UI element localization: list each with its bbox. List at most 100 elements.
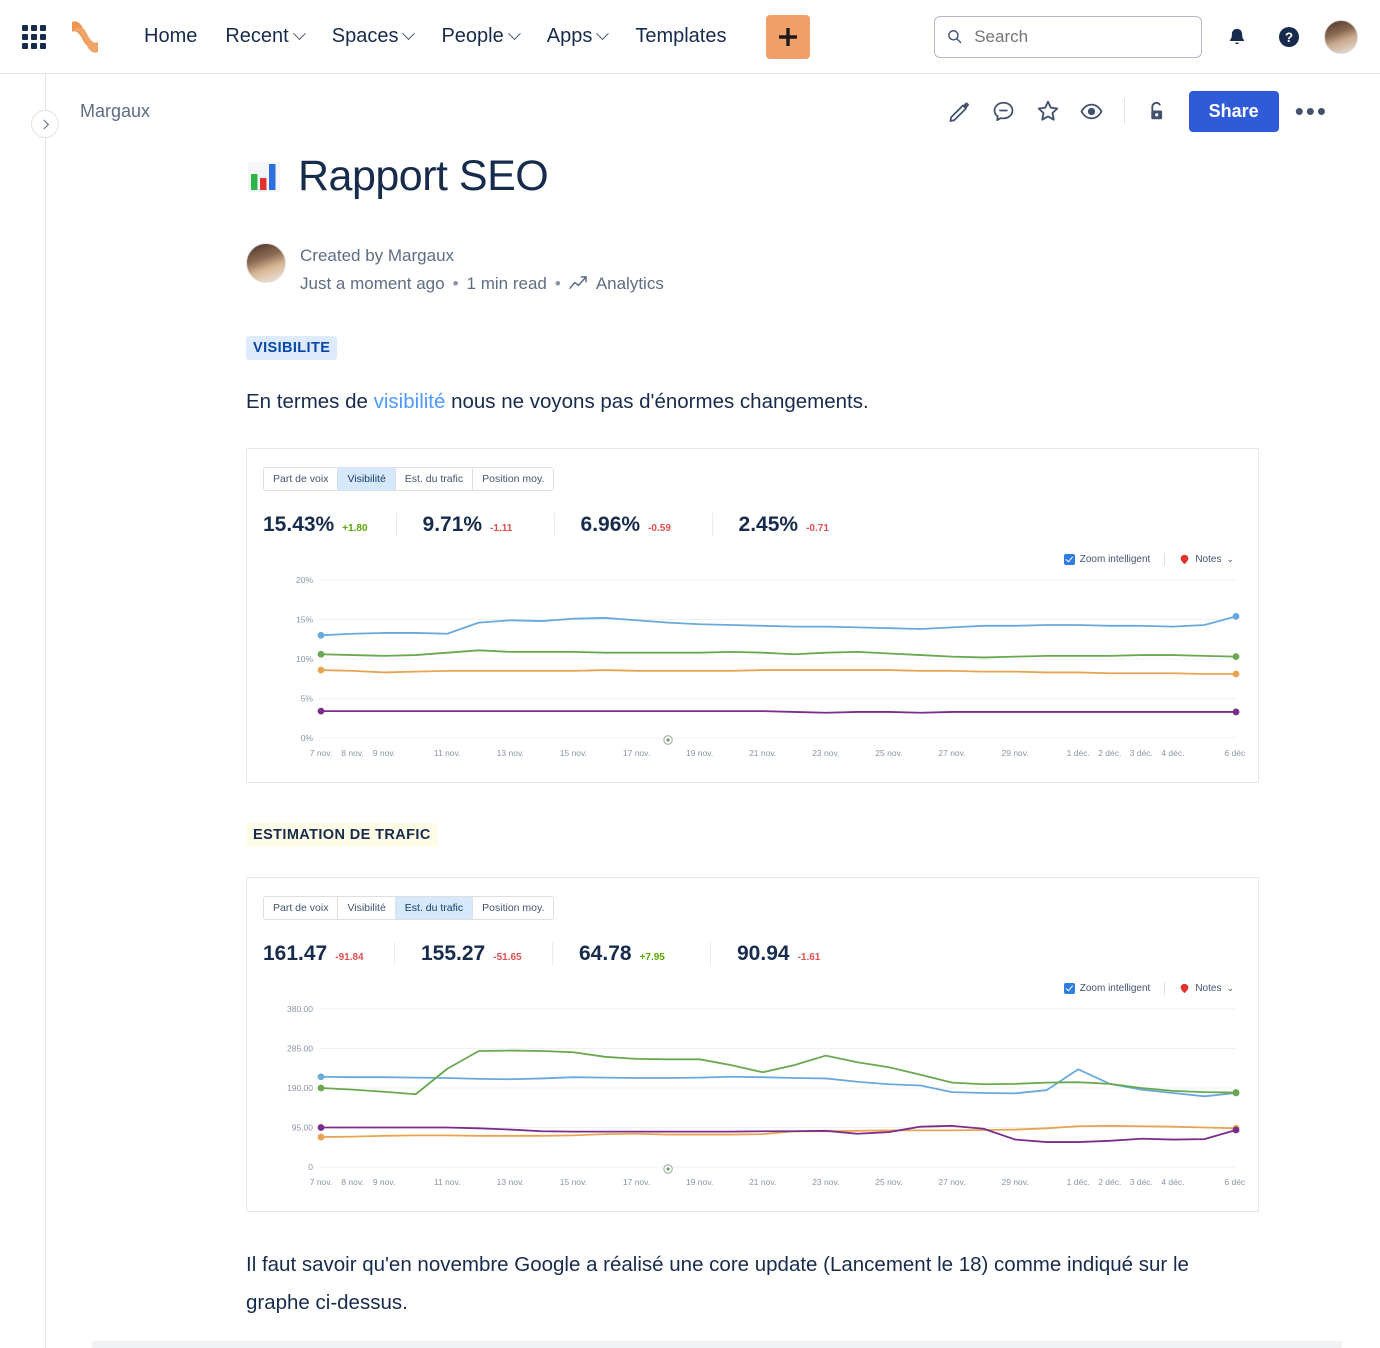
metric-item: 161.47 -91.84 xyxy=(263,941,395,966)
svg-text:3 déc.: 3 déc. xyxy=(1130,1177,1153,1187)
svg-text:0%: 0% xyxy=(301,733,314,743)
notes-dropdown[interactable]: Notes ⌄ xyxy=(1179,983,1234,994)
star-icon[interactable] xyxy=(1028,91,1068,131)
watch-icon[interactable] xyxy=(1072,91,1112,131)
chart2-plot[interactable]: 0 95.00 190.00 285.00 380.00 7 nov. 8 nov. 9 no… xyxy=(247,995,1258,1199)
svg-text:4 déc.: 4 déc. xyxy=(1161,1177,1184,1187)
nav-item-apps[interactable]: Apps xyxy=(533,17,622,56)
help-icon[interactable]: ? xyxy=(1272,20,1306,54)
svg-text:13 nov.: 13 nov. xyxy=(497,1177,524,1187)
create-button[interactable] xyxy=(766,14,811,59)
tab-part-de-voix[interactable]: Part de voix xyxy=(264,467,339,490)
tab-est-du-trafic[interactable]: Est. du trafic xyxy=(395,896,474,919)
search-box[interactable] xyxy=(934,15,1202,58)
visibilite-link[interactable]: visibilité xyxy=(374,390,446,413)
svg-text:0: 0 xyxy=(308,1162,313,1172)
chevron-down-icon xyxy=(292,27,306,41)
zoom-intelligent-toggle[interactable]: Zoom intelligent xyxy=(1063,553,1150,565)
svg-text:21 nov.: 21 nov. xyxy=(749,1177,776,1187)
byline-text: Created by Margaux Just a moment ago • 1… xyxy=(300,243,664,296)
app-switcher-icon[interactable] xyxy=(20,23,48,51)
analytics-link[interactable]: Analytics xyxy=(569,271,664,297)
tab-position-moy[interactable]: Position moy. xyxy=(473,896,554,919)
byline-separator: • xyxy=(554,273,561,293)
tab-position-moy[interactable]: Position moy. xyxy=(473,467,554,490)
comment-icon[interactable] xyxy=(984,91,1024,131)
page-title-text: Rapport SEO xyxy=(298,152,549,200)
svg-text:17 nov.: 17 nov. xyxy=(623,748,650,758)
confluence-logo-icon[interactable] xyxy=(62,17,108,57)
svg-text:17 nov.: 17 nov. xyxy=(623,1177,650,1187)
chevron-right-icon xyxy=(38,119,49,129)
metric-delta: -1.11 xyxy=(490,522,513,534)
byline-separator: • xyxy=(452,273,459,293)
byline-created-by: Created by Margaux xyxy=(300,246,455,265)
nav-item-templates[interactable]: Templates xyxy=(621,17,740,56)
checkbox-checked-icon[interactable] xyxy=(1063,982,1075,994)
user-avatar[interactable] xyxy=(1324,19,1358,54)
svg-text:4 déc.: 4 déc. xyxy=(1161,748,1184,758)
chevron-down-icon xyxy=(596,27,610,41)
search-input[interactable] xyxy=(972,25,1189,48)
metric-delta: +7.95 xyxy=(639,951,665,963)
nav-item-people[interactable]: People xyxy=(427,17,532,56)
zoom-intelligent-toggle[interactable]: Zoom intelligent xyxy=(1063,982,1150,994)
metric-item: 9.71% -1.11 xyxy=(422,512,555,537)
action-divider xyxy=(1123,98,1125,124)
notifications-bell-icon[interactable] xyxy=(1220,20,1254,54)
more-actions-button[interactable]: ••• xyxy=(1283,98,1340,124)
metric-value: 9.71% xyxy=(422,512,483,536)
nav-item-home[interactable]: Home xyxy=(130,17,211,56)
metric-delta: -0.71 xyxy=(806,522,829,534)
metric-value: 15.43% xyxy=(263,512,335,536)
tab-visibilite[interactable]: Visibilité xyxy=(338,467,396,490)
share-button[interactable]: Share xyxy=(1188,90,1279,132)
svg-text:27 nov.: 27 nov. xyxy=(938,748,965,758)
chart1-plot[interactable]: 0% 5% 10% 15% 20% 7 nov. 8 nov. 9 nov. 11 nov. 13… xyxy=(247,566,1258,770)
byline-meta-row: Just a moment ago • 1 min read • Analyti… xyxy=(300,271,664,297)
svg-text:8 nov.: 8 nov. xyxy=(341,748,364,758)
section-visibilite-badge-row: VISIBILITE xyxy=(246,336,1340,360)
nav-item-recent[interactable]: Recent xyxy=(211,17,317,56)
restrictions-icon[interactable] xyxy=(1137,91,1177,131)
svg-text:9 nov.: 9 nov. xyxy=(373,1177,396,1187)
svg-text:2 déc.: 2 déc. xyxy=(1098,748,1121,758)
chart2-tabs: Part de voix Visibilité Est. du trafic P… xyxy=(263,895,555,920)
nav-item-label: Home xyxy=(144,25,198,47)
svg-text:25 nov.: 25 nov. xyxy=(875,1177,902,1187)
svg-text:23 nov.: 23 nov. xyxy=(812,748,839,758)
svg-text:29 nov.: 29 nov. xyxy=(1002,1177,1029,1187)
svg-text:3 déc.: 3 déc. xyxy=(1130,748,1153,758)
svg-text:10%: 10% xyxy=(296,654,313,664)
svg-text:1 déc.: 1 déc. xyxy=(1067,748,1090,758)
svg-text:19 nov.: 19 nov. xyxy=(686,748,713,758)
page-actions: Share ••• xyxy=(940,90,1340,132)
nav-item-spaces[interactable]: Spaces xyxy=(318,17,428,56)
breadcrumb[interactable]: Margaux xyxy=(80,101,150,122)
tab-est-du-trafic[interactable]: Est. du trafic xyxy=(395,467,474,490)
chevron-down-icon: ⌄ xyxy=(1226,982,1234,993)
bar-chart-emoji-icon xyxy=(248,161,280,192)
nav-item-label: Spaces xyxy=(331,25,399,47)
nav-item-label: Apps xyxy=(546,25,593,47)
tab-visibilite[interactable]: Visibilité xyxy=(338,896,396,919)
svg-text:7 nov.: 7 nov. xyxy=(310,1177,333,1187)
expand-sidebar-button[interactable] xyxy=(31,110,59,138)
author-avatar[interactable] xyxy=(246,243,286,283)
metric-item: 155.27 -51.65 xyxy=(421,941,553,966)
status-badge-estimation-de-trafic: ESTIMATION DE TRAFIC xyxy=(246,822,438,847)
top-navigation-bar: Home Recent Spaces People Apps Templates xyxy=(0,0,1380,74)
tab-part-de-voix[interactable]: Part de voix xyxy=(264,896,339,919)
svg-text:27 nov.: 27 nov. xyxy=(938,1177,965,1187)
notes-dropdown[interactable]: Notes ⌄ xyxy=(1179,554,1234,565)
byline: Created by Margaux Just a moment ago • 1… xyxy=(246,243,1340,296)
svg-text:285.00: 285.00 xyxy=(287,1043,313,1053)
svg-text:11 nov.: 11 nov. xyxy=(434,748,461,758)
edit-icon[interactable] xyxy=(940,91,980,131)
svg-text:23 nov.: 23 nov. xyxy=(812,1177,839,1187)
byline-timestamp: Just a moment ago xyxy=(300,273,445,293)
search-icon xyxy=(948,30,962,44)
nav-item-label: Recent xyxy=(225,25,289,47)
horizontal-scrollbar[interactable] xyxy=(92,1341,1342,1348)
checkbox-checked-icon[interactable] xyxy=(1063,553,1075,565)
